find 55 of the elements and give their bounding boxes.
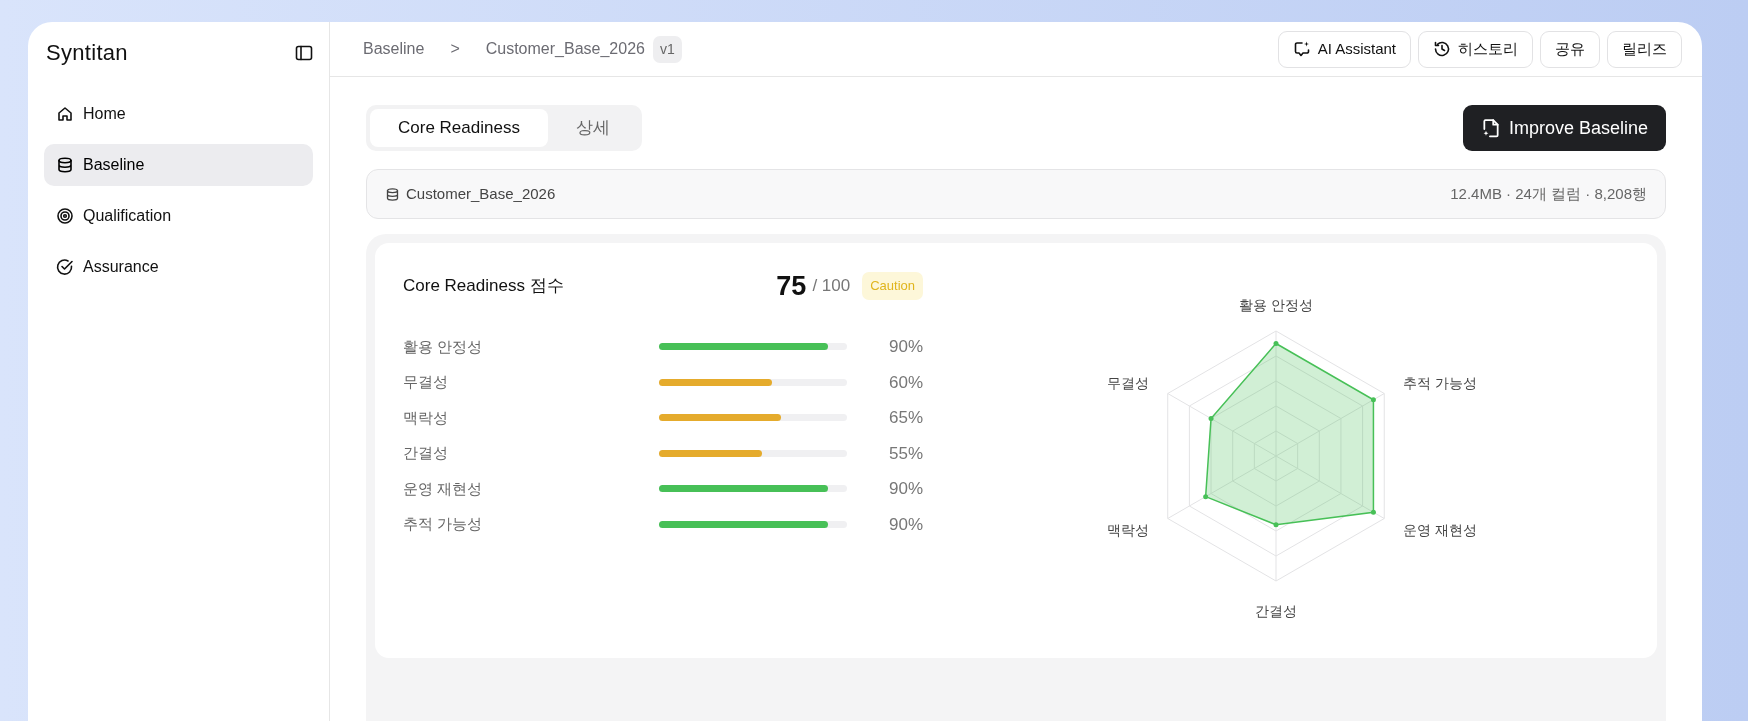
- metric-value: 65%: [887, 407, 923, 429]
- header-button[interactable]: 릴리즈: [1607, 30, 1682, 68]
- tab[interactable]: Core Readiness: [370, 109, 548, 147]
- metric-value: 90%: [887, 336, 923, 358]
- metric-label: 활용 안정성: [403, 336, 484, 357]
- metric-label: 추적 가능성: [403, 514, 484, 534]
- database-icon: [385, 186, 400, 202]
- file-sparkle-icon: [1480, 118, 1501, 138]
- axis-label: 운영 재현성: [1403, 521, 1478, 538]
- sidebar-item[interactable]: Baseline: [44, 144, 313, 186]
- axis-label: 무결성: [1106, 374, 1149, 391]
- score-title: Core Readiness 점수: [403, 275, 564, 298]
- data-point: [1208, 416, 1214, 421]
- metric-label: 맥락성: [403, 407, 449, 428]
- axis-label: 간결성: [1255, 603, 1297, 619]
- metric-value: 90%: [887, 478, 923, 500]
- version-badge: v1: [652, 35, 682, 63]
- improve-button[interactable]: Improve Baseline: [1462, 105, 1666, 151]
- score-max: / 100: [812, 275, 851, 298]
- header-button[interactable]: AI Assistant: [1277, 30, 1411, 68]
- metric-value: 55%: [887, 442, 923, 465]
- breadcrumb-link[interactable]: Customer_Base_2026: [485, 37, 645, 61]
- dataset-name: Customer_Base_2026: [406, 183, 556, 204]
- sidebar-item[interactable]: Assurance: [44, 246, 313, 288]
- sidebar-item[interactable]: Qualification: [44, 195, 313, 237]
- data-point: [1273, 341, 1279, 346]
- score-value: 75: [776, 269, 807, 303]
- axis-label: 활용 안정성: [1239, 297, 1313, 313]
- data-point: [1273, 522, 1279, 528]
- header-button[interactable]: 공유: [1540, 30, 1600, 68]
- tab[interactable]: 상세: [547, 109, 638, 147]
- breadcrumb-separator: >: [450, 39, 460, 59]
- sidebar-toggle-icon[interactable]: [295, 43, 313, 62]
- metric-label: 간결성: [403, 443, 449, 463]
- sidebar-item[interactable]: Home: [44, 93, 313, 135]
- metric-value: 90%: [887, 513, 923, 536]
- database-icon: [56, 156, 74, 174]
- metric-label: 운영 재현성: [403, 478, 484, 499]
- chat-sparkle-icon: [1292, 40, 1311, 58]
- check-circle-icon: [56, 258, 74, 276]
- axis-label: 추적 가능성: [1403, 374, 1478, 391]
- data-point: [1370, 509, 1376, 515]
- data-point: [1370, 397, 1376, 403]
- logo: Syntitan: [46, 39, 128, 67]
- home-icon: [56, 105, 74, 123]
- dataset-meta: 12.4MB · 24개 컬럼 · 8,208행: [1450, 183, 1647, 204]
- data-point: [1203, 494, 1209, 500]
- target-icon: [56, 207, 74, 225]
- history-icon: [1433, 40, 1451, 58]
- header-button[interactable]: 히스토리: [1418, 30, 1533, 68]
- metric-value: 60%: [887, 371, 923, 394]
- status-badge: Caution: [862, 272, 923, 300]
- metric-label: 무결성: [403, 372, 449, 392]
- axis-label: 맥락성: [1106, 521, 1149, 538]
- breadcrumb-link[interactable]: Baseline: [363, 37, 425, 61]
